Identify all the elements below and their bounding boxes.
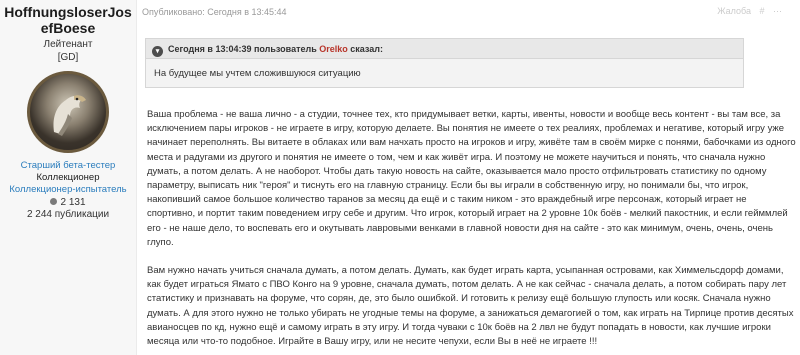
post-body: Ваша проблема - не ваша лично - а студии… — [147, 108, 797, 349]
badge-collector-tester: Коллекционер-испытатель — [9, 184, 127, 195]
author-panel: HoffnungsloserJosefBoese Лейтенант [GD] … — [0, 0, 137, 355]
reputation-value: 2 131 — [60, 197, 86, 208]
quote-user-link[interactable]: Orelko — [319, 44, 348, 54]
post-count: 2 244 публикации — [26, 209, 110, 220]
post-content: Опубликовано: Сегодня в 13:45:44 Жалоба … — [137, 0, 800, 355]
author-name[interactable]: HoffnungsloserJosefBoese — [0, 4, 136, 36]
reputation: 2 131 — [0, 197, 136, 208]
quote-text: На будущее мы учтем сложившуюся ситуацию — [154, 68, 361, 79]
post-paragraph: Ваша проблема - не ваша лично - а студии… — [147, 109, 796, 248]
post-date: Опубликовано: Сегодня в 13:45:44 — [142, 7, 287, 17]
author-rank: Лейтенант — [43, 39, 93, 50]
author-clan[interactable]: [GD] — [0, 52, 136, 64]
badge-collector: Коллекционер — [36, 172, 100, 183]
post-tools: Жалоба # ⋯ — [711, 6, 782, 17]
badge-senior-beta-tester: Старший бета-тестер — [20, 160, 116, 171]
report-link[interactable]: Жалоба — [717, 6, 751, 16]
quote-suffix: сказал: — [347, 44, 383, 54]
chevron-down-icon[interactable]: ▾ — [152, 46, 163, 57]
eagle-emblem-icon — [53, 95, 86, 136]
quote-prefix: Сегодня в 13:04:39 пользователь — [168, 44, 320, 54]
reputation-icon — [50, 198, 58, 205]
post-paragraph: Вам нужно начать учиться сначала думать,… — [147, 265, 794, 348]
avatar[interactable] — [27, 71, 109, 153]
more-options-icon[interactable]: ⋯ — [773, 6, 782, 16]
quote-block: ▾ Сегодня в 13:04:39 пользователь Orelko … — [145, 38, 744, 88]
permalink-link[interactable]: # — [759, 6, 764, 16]
quote-header: ▾ Сегодня в 13:04:39 пользователь Orelko … — [146, 39, 743, 59]
